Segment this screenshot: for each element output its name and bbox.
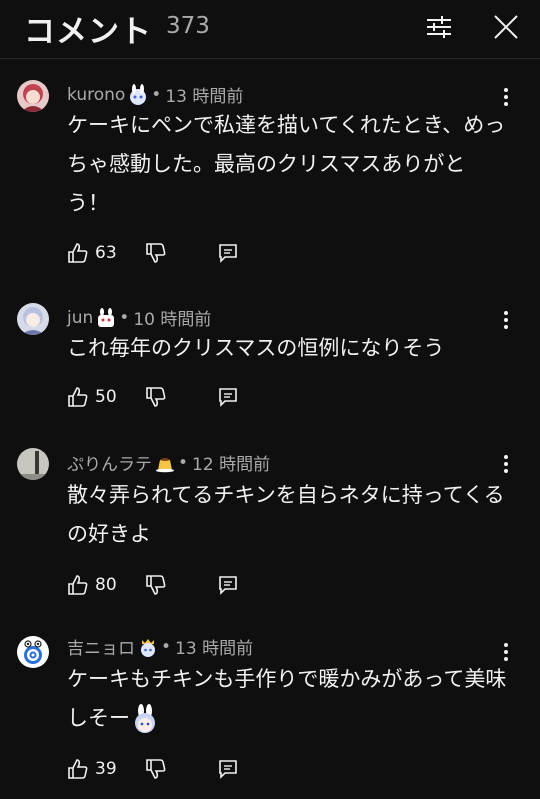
like-button[interactable]: 80 [67, 572, 117, 598]
thumbs-down-icon [146, 387, 166, 407]
like-count: 39 [95, 759, 117, 779]
dislike-button[interactable] [145, 384, 167, 410]
thumbs-up-icon [68, 759, 88, 779]
like-button[interactable]: 63 [67, 240, 117, 266]
close-icon[interactable] [491, 12, 521, 42]
meta-separator: • [119, 307, 130, 328]
pudding-icon [156, 457, 174, 472]
like-count: 80 [95, 575, 117, 595]
thumbs-up-icon [68, 387, 88, 407]
comment-text: 散々弄られてるチキンを自らネタに持ってくるの好きよ [67, 483, 505, 546]
reply-button[interactable] [217, 756, 239, 782]
author-name[interactable]: 吉ニョロ [67, 634, 135, 659]
author-name[interactable]: jun [67, 308, 93, 328]
member-badge-icon [130, 83, 147, 105]
avatar[interactable] [17, 448, 49, 480]
member-badge-icon [98, 307, 115, 327]
dislike-button[interactable] [145, 572, 167, 598]
reply-button[interactable] [217, 240, 239, 266]
dislike-button[interactable] [145, 240, 167, 266]
comment-time: 13 時間前 [165, 87, 244, 107]
more-options-icon[interactable] [496, 452, 516, 476]
thumbs-down-icon [146, 575, 166, 595]
comment-actions: 80 [67, 572, 267, 598]
thumbs-down-icon [146, 759, 166, 779]
author-name[interactable]: kurono [67, 85, 125, 105]
comment-actions: 39 [67, 756, 267, 782]
comment-time: 10 時間前 [133, 310, 212, 330]
comment-text: ケーキもチキンも手作りで暖かみがあって美味しそー [67, 660, 507, 738]
comment-text: これ毎年のクリスマスの恒例になりそう [67, 336, 445, 360]
comment-meta: kurono • 13 時間前 [67, 82, 243, 107]
avatar[interactable] [17, 636, 49, 668]
comments-header: コメント 373 [0, 0, 540, 59]
like-count: 50 [95, 387, 117, 407]
comment-time: 13 時間前 [175, 639, 254, 659]
thumbs-up-icon [68, 575, 88, 595]
comment-meta: 吉ニョロ • 13 時間前 [67, 634, 254, 660]
meta-separator: • [151, 84, 162, 105]
dislike-button[interactable] [145, 756, 167, 782]
rabbit-emoji-icon [135, 704, 155, 733]
thumbs-up-icon [68, 243, 88, 263]
comment-meta: ぷりんラテ • 12 時間前 [67, 450, 271, 476]
reply-icon [219, 576, 237, 595]
meta-separator: • [178, 452, 189, 473]
comment-actions: 63 [67, 240, 267, 266]
reply-button[interactable] [217, 384, 239, 410]
like-button[interactable]: 50 [67, 384, 117, 410]
comment-time: 12 時間前 [192, 455, 271, 475]
like-button[interactable]: 39 [67, 756, 117, 782]
filter-icon[interactable] [424, 12, 454, 42]
reply-icon [219, 244, 237, 263]
meta-separator: • [161, 636, 172, 657]
reply-icon [219, 388, 237, 407]
comment-text: ケーキにペンで私達を描いてくれたとき、めっちゃ感動した。最高のクリスマスありがと… [67, 113, 506, 215]
comment-meta: jun • 10 時間前 [67, 305, 211, 330]
reply-icon [219, 760, 237, 779]
thumbs-down-icon [146, 243, 166, 263]
author-name[interactable]: ぷりんラテ [67, 450, 152, 475]
member-badge-icon [141, 638, 155, 657]
avatar[interactable] [17, 80, 49, 112]
comment-count: 373 [166, 13, 210, 39]
like-count: 63 [95, 243, 117, 263]
comment-actions: 50 [67, 384, 267, 410]
avatar[interactable] [17, 303, 49, 335]
page-title: コメント [24, 14, 152, 50]
reply-button[interactable] [217, 572, 239, 598]
